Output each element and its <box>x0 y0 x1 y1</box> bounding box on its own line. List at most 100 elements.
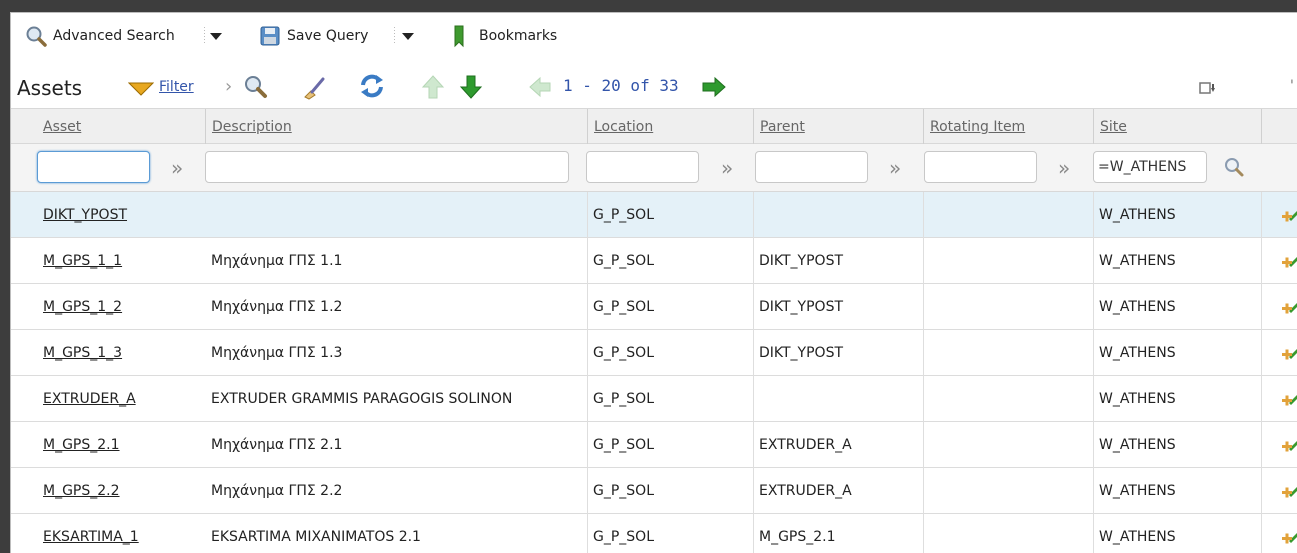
cell-parent: DIKT_YPOST <box>759 299 844 315</box>
table-row[interactable]: M_GPS_1_2 Μηχάνημα ΓΠΣ 1.2 G_P_SOL DIKT_YPO… <box>11 284 1297 330</box>
filter-icon[interactable] <box>128 82 154 96</box>
save-query-label: Save Query <box>287 28 369 44</box>
search-icon[interactable] <box>1223 156 1245 178</box>
chevron-double-right-icon[interactable]: » <box>721 156 733 180</box>
arrow-right-icon[interactable] <box>701 76 727 98</box>
cell-rotating-item <box>923 284 1093 330</box>
cell-parent: EXTRUDER_A <box>759 483 852 499</box>
add-row-icon[interactable] <box>1281 527 1297 549</box>
arrow-left-icon[interactable] <box>528 76 552 98</box>
table-row[interactable]: M_GPS_2.2 Μηχάνημα ΓΠΣ 2.2 G_P_SOL EXTRUDER… <box>11 468 1297 514</box>
add-row-icon[interactable] <box>1281 481 1297 503</box>
cell-description: Μηχάνημα ΓΠΣ 1.3 <box>211 345 343 361</box>
add-row-icon[interactable] <box>1281 251 1297 273</box>
advanced-search-icon <box>26 26 47 47</box>
table-row[interactable]: DIKT_YPOST G_P_SOL W_ATHENS <box>11 192 1297 238</box>
save-query-dropdown-arrow[interactable] <box>402 33 414 40</box>
table-row[interactable]: EXTRUDER_A EXTRUDER GRAMMIS PARAGOGIS SOL… <box>11 376 1297 422</box>
table-row[interactable]: M_GPS_1_1 Μηχάνημα ΓΠΣ 1.1 G_P_SOL DIKT_YPO… <box>11 238 1297 284</box>
description-filter-input[interactable] <box>205 151 569 183</box>
advanced-search-button[interactable]: Advanced Search <box>25 24 175 48</box>
add-row-icon[interactable] <box>1281 343 1297 365</box>
cell-location: G_P_SOL <box>593 483 654 499</box>
bookmarks-button[interactable]: Bookmarks <box>453 24 557 48</box>
add-row-icon[interactable] <box>1281 297 1297 319</box>
refresh-icon[interactable] <box>358 72 386 100</box>
cell-site: W_ATHENS <box>1099 483 1176 499</box>
save-query-icon <box>260 26 280 46</box>
download-icon[interactable] <box>1199 82 1217 98</box>
column-divider <box>1261 192 1262 553</box>
save-query-button[interactable]: Save Query <box>259 24 368 48</box>
cell-description: EXTRUDER GRAMMIS PARAGOGIS SOLINON <box>211 391 513 407</box>
column-header-location[interactable]: Location <box>587 109 753 145</box>
list-header-bar: Assets Filter › 1 - 20 of 33 ' <box>11 68 1297 108</box>
arrow-down-icon[interactable] <box>459 74 483 100</box>
column-header-parent[interactable]: Parent <box>753 109 923 145</box>
cell-description: Μηχάνημα ΓΠΣ 2.1 <box>211 437 343 453</box>
advanced-search-dropdown-arrow[interactable] <box>210 33 222 40</box>
cell-asset[interactable]: EKSARTIMA_1 <box>37 514 205 553</box>
add-row-icon[interactable] <box>1281 389 1297 411</box>
column-divider <box>1093 192 1094 553</box>
cell-rotating-item <box>923 376 1093 422</box>
cell-asset[interactable]: M_GPS_2.2 <box>37 468 205 514</box>
column-divider <box>923 192 924 553</box>
add-row-icon[interactable] <box>1281 205 1297 227</box>
bookmark-icon <box>454 25 464 48</box>
table-header-row: Asset Description Location Parent Rotati… <box>11 108 1297 145</box>
separator <box>204 27 205 45</box>
cell-site: W_ATHENS <box>1099 437 1176 453</box>
assets-panel: Advanced Search Save Query Bookmarks Ass… <box>10 12 1297 553</box>
parent-filter-input[interactable] <box>755 151 868 183</box>
rotating-item-filter-input[interactable] <box>924 151 1037 183</box>
column-divider <box>753 192 754 553</box>
asset-filter-input[interactable] <box>37 151 150 183</box>
column-header-description[interactable]: Description <box>205 109 587 145</box>
table-row[interactable]: EKSARTIMA_1 EKSARTIMA MIXANIMATOS 2.1 G_P_… <box>11 514 1297 553</box>
chevron-double-right-icon[interactable]: » <box>1058 156 1070 180</box>
site-filter-input[interactable] <box>1093 151 1207 183</box>
cell-location: G_P_SOL <box>593 437 654 453</box>
search-icon[interactable] <box>243 74 269 100</box>
column-header-rotating-item[interactable]: Rotating Item <box>923 109 1093 145</box>
cell-asset[interactable]: M_GPS_1_3 <box>37 330 205 376</box>
cell-rotating-item <box>923 238 1093 284</box>
chevron-right-icon: › <box>225 76 233 97</box>
add-row-icon[interactable] <box>1281 435 1297 457</box>
cell-site: W_ATHENS <box>1099 345 1176 361</box>
page-title: Assets <box>17 76 83 100</box>
cell-description: Μηχάνημα ΓΠΣ 1.2 <box>211 299 343 315</box>
chevron-double-right-icon[interactable]: » <box>171 156 183 180</box>
window-frame: Advanced Search Save Query Bookmarks Ass… <box>0 0 1297 553</box>
cell-rotating-item <box>923 422 1093 468</box>
cell-asset[interactable]: M_GPS_1_1 <box>37 238 205 284</box>
cell-site: W_ATHENS <box>1099 529 1176 545</box>
column-header-asset[interactable]: Asset <box>37 109 205 145</box>
cell-site: W_ATHENS <box>1099 253 1176 269</box>
column-header-site[interactable]: Site <box>1093 109 1261 145</box>
filter-row: » » » » <box>11 144 1297 192</box>
arrow-up-icon[interactable] <box>421 74 445 100</box>
column-header-actions <box>1261 109 1297 145</box>
bookmarks-label: Bookmarks <box>479 28 558 44</box>
chevron-double-right-icon[interactable]: » <box>889 156 901 180</box>
cell-asset[interactable]: DIKT_YPOST <box>37 192 205 238</box>
cell-asset[interactable]: EXTRUDER_A <box>37 376 205 422</box>
advanced-search-label: Advanced Search <box>53 28 175 44</box>
filter-link[interactable]: Filter <box>159 79 194 95</box>
cell-rotating-item <box>923 514 1093 553</box>
cell-description <box>205 192 587 238</box>
cell-asset[interactable]: M_GPS_2.1 <box>37 422 205 468</box>
location-filter-input[interactable] <box>586 151 699 183</box>
cell-description: Μηχάνημα ΓΠΣ 1.1 <box>211 253 343 269</box>
cell-site: W_ATHENS <box>1099 391 1176 407</box>
table-row[interactable]: M_GPS_1_3 Μηχάνημα ΓΠΣ 1.3 G_P_SOL DIKT_YPO… <box>11 330 1297 376</box>
clear-icon[interactable] <box>301 75 327 101</box>
table-row[interactable]: M_GPS_2.1 Μηχάνημα ΓΠΣ 2.1 G_P_SOL EXTRUDER… <box>11 422 1297 468</box>
top-toolbar: Advanced Search Save Query Bookmarks <box>11 13 1297 57</box>
cell-asset[interactable]: M_GPS_1_2 <box>37 284 205 330</box>
cell-rotating-item <box>923 192 1093 238</box>
cell-parent: DIKT_YPOST <box>759 253 844 269</box>
cell-location: G_P_SOL <box>593 345 654 361</box>
